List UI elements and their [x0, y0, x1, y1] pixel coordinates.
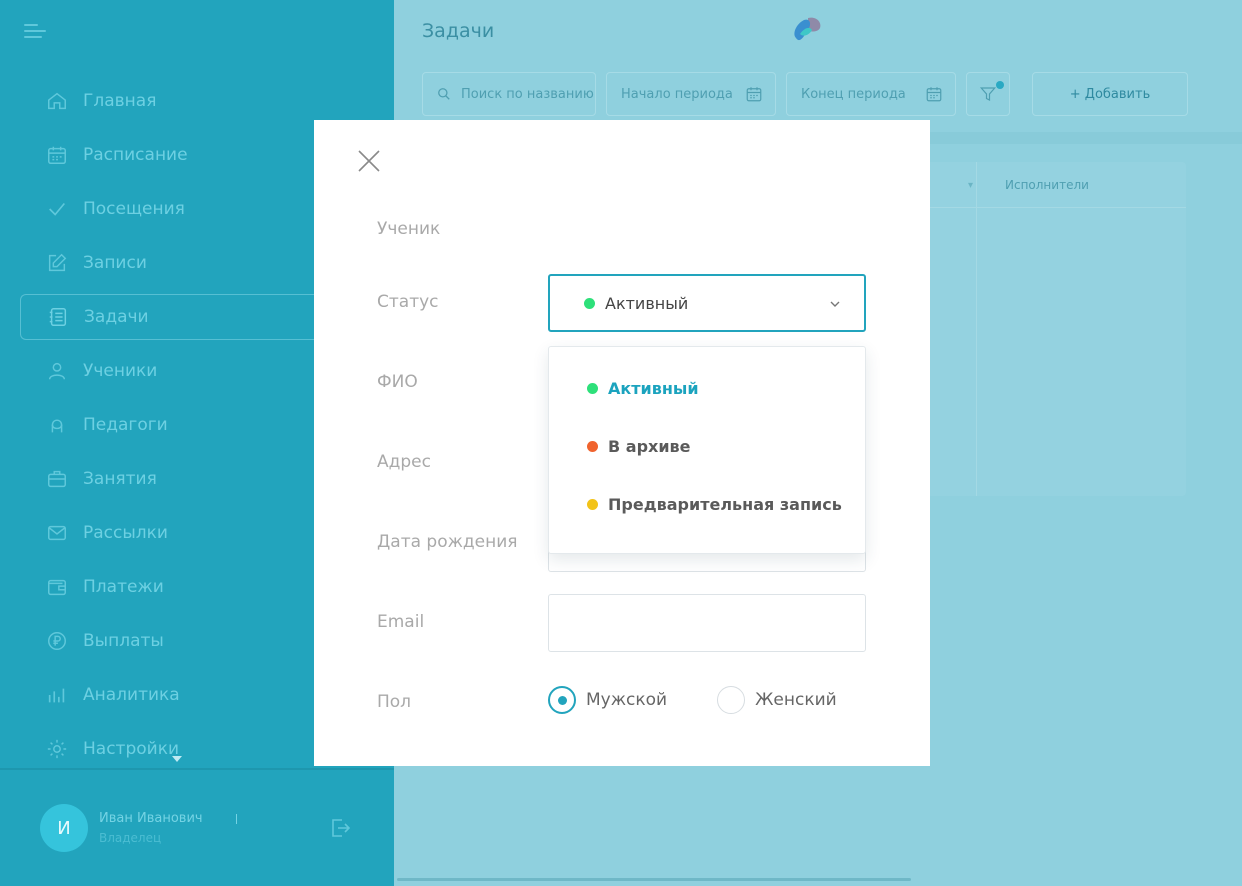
status-dot [587, 441, 598, 452]
start-period-placeholder: Начало периода [621, 86, 733, 102]
label-status: Статус [377, 292, 439, 312]
sidebar-item-label: Главная [83, 91, 157, 111]
label-birthdate: Дата рождения [377, 532, 518, 552]
user-panel: И Иван Иванович Владелец [0, 770, 394, 886]
status-selected-value: Активный [605, 293, 689, 313]
page-title: Задачи [422, 20, 495, 42]
sidebar-item-label: Занятия [83, 469, 157, 489]
user-role: Владелец [99, 831, 162, 845]
status-option-active[interactable]: Активный [587, 379, 857, 398]
search-input[interactable]: Поиск по названию [422, 72, 596, 116]
status-dot [584, 297, 595, 309]
end-period-placeholder: Конец периода [801, 86, 906, 102]
label-email: Email [377, 612, 425, 632]
user-icon [48, 362, 66, 380]
user-name: Иван Иванович [99, 811, 203, 826]
column-header-assignees[interactable]: Исполнители [1005, 178, 1089, 192]
sidebar-item-label: Рассылки [83, 523, 168, 543]
gender-radio-male[interactable]: Мужской [548, 686, 667, 714]
chart-icon [48, 688, 65, 703]
edit-icon [48, 253, 67, 272]
label-student: Ученик [377, 219, 441, 239]
scroll-down-icon[interactable] [172, 756, 182, 762]
status-dropdown: Активный В архиве Предварительная запись [548, 346, 866, 554]
status-option-preliminary[interactable]: Предварительная запись [587, 495, 857, 514]
sidebar-item-label: Расписание [83, 145, 188, 165]
sidebar-item-label: Педагоги [83, 415, 168, 435]
menu-icon[interactable] [24, 24, 48, 42]
gender-radio-female[interactable]: Женский [717, 686, 837, 714]
logo [794, 17, 821, 41]
sidebar-item-label: Настройки [83, 739, 180, 759]
status-dot [587, 383, 598, 394]
filter-icon [979, 87, 997, 101]
calendar-icon [746, 87, 762, 102]
email-field[interactable] [548, 594, 866, 652]
label-address: Адрес [377, 452, 431, 472]
wallet-icon [48, 579, 66, 596]
divider [236, 814, 237, 824]
mail-icon [48, 525, 66, 541]
add-button[interactable]: + Добавить [1032, 72, 1188, 116]
option-label: В архиве [608, 437, 691, 456]
radio-circle[interactable] [717, 686, 746, 714]
status-dot [587, 499, 598, 510]
end-period-field[interactable]: Конец периода [786, 72, 956, 116]
status-select[interactable]: Активный [548, 274, 866, 332]
gender-radio-group: Мужской Женский [548, 686, 887, 714]
option-label: Активный [608, 379, 699, 398]
calendar-icon [926, 87, 942, 102]
start-period-field[interactable]: Начало периода [606, 72, 776, 116]
sidebar-item-label: Задачи [84, 307, 149, 327]
chevron-down-icon [830, 301, 840, 307]
sidebar-item-label: Посещения [83, 199, 185, 219]
filter-badge [996, 81, 1004, 89]
sidebar-item-label: Ученики [83, 361, 158, 381]
divider [976, 162, 977, 496]
check-icon [49, 202, 65, 216]
ruble-icon [48, 632, 66, 650]
sidebar-item-label: Записи [83, 253, 147, 273]
sidebar-item-home[interactable]: Главная [20, 78, 394, 124]
search-icon [438, 88, 450, 100]
avatar[interactable]: И [40, 804, 88, 852]
gear-icon [47, 739, 67, 759]
radio-label: Мужской [586, 690, 668, 710]
briefcase-icon [48, 470, 66, 488]
sidebar-item-label: Платежи [83, 577, 164, 597]
home-icon [48, 92, 66, 110]
teacher-icon [51, 419, 63, 433]
search-placeholder: Поиск по названию [461, 86, 594, 102]
label-gender: Пол [377, 692, 412, 712]
sort-icon[interactable]: ▾ [968, 180, 973, 191]
sidebar-item-label: Аналитика [83, 685, 180, 705]
logout-icon[interactable] [328, 816, 352, 840]
radio-circle[interactable] [548, 686, 576, 714]
radio-label: Женский [755, 690, 837, 710]
student-modal: Ученик Статус ФИО Адрес Дата рождения Em… [314, 120, 930, 766]
calendar-icon [48, 146, 66, 164]
label-fio: ФИО [377, 372, 418, 392]
option-label: Предварительная запись [608, 495, 842, 514]
filter-button[interactable] [966, 72, 1010, 116]
sidebar-item-label: Выплаты [83, 631, 164, 651]
close-icon[interactable] [356, 148, 382, 174]
horizontal-scrollbar[interactable] [397, 878, 911, 881]
tasks-icon [49, 308, 67, 326]
status-option-archive[interactable]: В архиве [587, 437, 857, 456]
